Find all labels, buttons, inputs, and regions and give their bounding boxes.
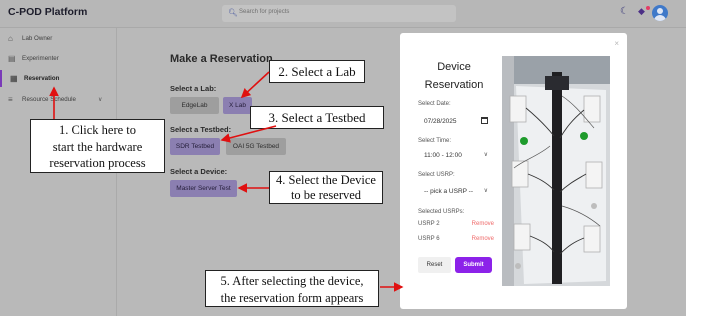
- annotation-step4: 4. Select the Device to be reserved: [269, 171, 383, 204]
- annotation-step5-line1: 5. After selecting the device,: [220, 274, 364, 288]
- top-bar: C-POD Platform 🔍︎ Search for projects ☾ …: [0, 0, 686, 28]
- sidebar-item-experimenter[interactable]: ▤ Experimenter: [0, 50, 116, 67]
- annotation-step1-line3: reservation process: [49, 156, 146, 170]
- time-label: Select Time:: [418, 138, 452, 144]
- sidebar-item-label: Lab Owner: [22, 35, 53, 42]
- avatar-head: [657, 8, 663, 14]
- time-select[interactable]: 11:00 - 12:00 ∨: [418, 148, 494, 164]
- device-button-master-server[interactable]: Master Server Test: [170, 180, 237, 197]
- submit-button[interactable]: Submit: [455, 257, 492, 273]
- annotation-step1-line1: 1. Click here to: [58, 123, 137, 137]
- lab-button-edgelab[interactable]: EdgeLab: [170, 97, 219, 114]
- page-title: Make a Reservation: [170, 53, 273, 65]
- sidebar-item-label: Experimenter: [22, 55, 59, 62]
- calendar-icon[interactable]: [481, 117, 488, 124]
- time-value: 11:00 - 12:00: [424, 152, 462, 159]
- chevron-down-icon: ∨: [98, 97, 103, 103]
- reset-button[interactable]: Reset: [418, 257, 451, 273]
- remove-usrp-link[interactable]: Remove: [472, 236, 494, 242]
- modal-title-line2: Reservation: [424, 79, 484, 91]
- bell-icon[interactable]: ◆: [638, 6, 645, 17]
- calendar-icon: ▦: [10, 74, 18, 83]
- device-label: Select a Device:: [170, 167, 228, 176]
- home-icon: ⌂: [8, 34, 13, 43]
- lab-label: Select a Lab:: [170, 84, 217, 93]
- briefcase-icon: ▤: [8, 54, 16, 63]
- testbed-photo: [502, 56, 610, 286]
- annotation-step1-line2: start the hardware: [52, 139, 143, 154]
- annotation-step1: 1. Click here to start the hardware rese…: [30, 119, 165, 173]
- sidebar-item-reservation[interactable]: ▦ Reservation: [0, 70, 116, 87]
- usrp-name: USRP 6: [418, 236, 440, 242]
- testbed-label: Select a Testbed:: [170, 125, 232, 134]
- close-icon[interactable]: ×: [614, 39, 619, 48]
- lab-button-xlab[interactable]: X Lab: [223, 97, 252, 114]
- testbed-button-oai-5g[interactable]: OAI 5G Testbed: [226, 138, 286, 155]
- search-bar[interactable]: 🔍︎ Search for projects: [222, 5, 456, 22]
- usrp-value: -- pick a USRP --: [424, 188, 473, 195]
- usrp-name: USRP 2: [418, 221, 440, 227]
- usrp-select[interactable]: -- pick a USRP -- ∨: [418, 184, 494, 200]
- sidebar-item-label: Resource Schedule: [22, 96, 77, 103]
- annotation-step5: 5. After selecting the device, the reser…: [205, 270, 379, 307]
- remove-usrp-link[interactable]: Remove: [472, 221, 494, 227]
- testbed-button-sdr[interactable]: SDR Testbed: [170, 138, 220, 155]
- date-label: Select Date:: [418, 101, 451, 107]
- chevron-down-icon: ∨: [483, 188, 488, 194]
- date-field[interactable]: 07/28/2025: [418, 114, 494, 130]
- reservation-modal: × Device Reservation Select Date: 07/28/…: [400, 33, 627, 309]
- sidebar-item-label: Reservation: [24, 75, 60, 82]
- user-avatar-icon[interactable]: [652, 5, 668, 21]
- sidebar-item-lab-owner[interactable]: ⌂ Lab Owner: [0, 30, 116, 47]
- annotation-step4-line1: 4. Select the Device: [276, 173, 376, 187]
- date-value: 07/28/2025: [424, 118, 457, 125]
- list-icon: ≡: [8, 95, 13, 104]
- usrp-label: Select USRP:: [418, 172, 455, 178]
- search-icon: 🔍︎: [228, 8, 238, 17]
- avatar-body: [654, 15, 666, 21]
- sidebar-item-resource-schedule[interactable]: ≡ Resource Schedule ∨: [0, 91, 116, 108]
- annotation-step2: 2. Select a Lab: [269, 60, 365, 83]
- modal-title: Device Reservation: [406, 58, 502, 94]
- selected-usrps-label: Selected USRPs:: [418, 209, 465, 215]
- modal-title-line1: Device: [437, 61, 471, 73]
- chevron-down-icon: ∨: [483, 152, 488, 158]
- annotation-step3: 3. Select a Testbed: [250, 106, 384, 129]
- testbed-photo-drawing: [502, 56, 610, 286]
- selected-usrp-row: USRP 2 Remove: [418, 221, 494, 227]
- search-input[interactable]: Search for projects: [239, 9, 289, 15]
- moon-icon[interactable]: ☾: [620, 6, 629, 17]
- app-title: C-POD Platform: [8, 6, 88, 18]
- annotation-step5-line2: the reservation form appears: [220, 290, 364, 305]
- notification-dot: [646, 6, 650, 10]
- annotation-step4-line2: to be reserved: [290, 188, 362, 202]
- selected-usrp-row: USRP 6 Remove: [418, 236, 494, 242]
